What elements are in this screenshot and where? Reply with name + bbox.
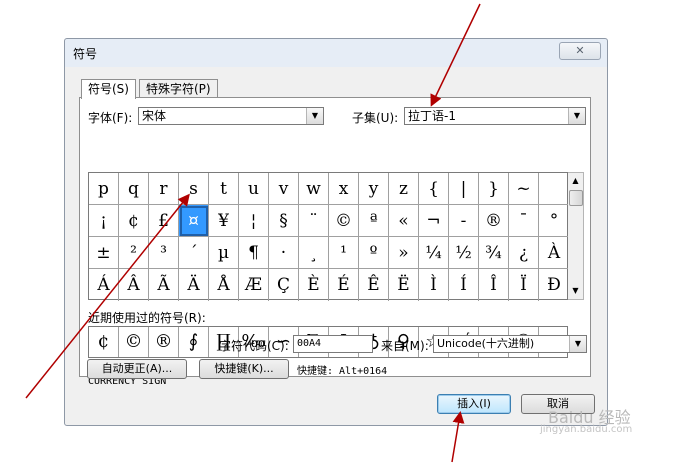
symbol-cell[interactable]: s <box>179 173 209 205</box>
symbol-cell[interactable]: ¶ <box>239 237 269 269</box>
symbol-cell[interactable]: Å <box>209 269 239 301</box>
symbol-cell[interactable]: ¸ <box>299 237 329 269</box>
symbol-cell[interactable]: ± <box>89 237 119 269</box>
symbol-cell[interactable]: ª <box>359 205 389 237</box>
symbol-cell[interactable] <box>539 173 569 205</box>
insert-button[interactable]: 插入(I) <box>437 394 511 414</box>
font-value: 宋体 <box>142 109 167 123</box>
symbol-cell[interactable]: v <box>269 173 299 205</box>
subset-value: 拉丁语-1 <box>408 109 456 123</box>
tab-special-characters[interactable]: 特殊字符(P) <box>139 79 218 98</box>
symbol-cell[interactable]: ¬ <box>419 205 449 237</box>
shortcut-key-button[interactable]: 快捷键(K)... <box>199 359 289 379</box>
shortcut-text: 快捷键: Alt+0164 <box>297 366 388 377</box>
symbol-cell[interactable]: · <box>269 237 299 269</box>
symbol-cell[interactable]: © <box>329 205 359 237</box>
scroll-thumb[interactable] <box>569 190 583 206</box>
symbol-cell[interactable]: q <box>119 173 149 205</box>
symbol-cell[interactable]: Í <box>449 269 479 301</box>
char-code-input[interactable]: 00A4 <box>293 335 373 353</box>
symbol-cell[interactable]: } <box>479 173 509 205</box>
symbol-cell[interactable]: É <box>329 269 359 301</box>
symbol-cell[interactable]: ° <box>539 205 569 237</box>
symbol-cell[interactable]: È <box>299 269 329 301</box>
symbol-cell[interactable]: r <box>149 173 179 205</box>
symbol-cell[interactable]: Ì <box>419 269 449 301</box>
symbol-cell[interactable]: Ê <box>359 269 389 301</box>
symbol-grid: p q r s t u v w x y z{|} ~ ¡ ¢ £ ¤ ¥ ¦ § ¨ © ª «¬ - ® ¯ ° ± ² ³ ´ µ ¶ · ¸ ¹… <box>88 172 569 301</box>
tab-symbols[interactable]: 符号(S) <box>81 79 136 99</box>
symbol-cell[interactable]: u <box>239 173 269 205</box>
symbol-cell[interactable]: y <box>359 173 389 205</box>
symbol-cell[interactable]: x <box>329 173 359 205</box>
symbol-cell[interactable]: ² <box>119 237 149 269</box>
symbol-cell[interactable]: - <box>449 205 479 237</box>
symbol-cell[interactable]: Ä <box>179 269 209 301</box>
symbol-cell[interactable]: ¹ <box>329 237 359 269</box>
symbol-cell[interactable]: Ï <box>509 269 539 301</box>
dialog-title: 符号 <box>73 47 98 61</box>
symbol-dialog: 符号 ✕ 符号(S) 特殊字符(P) 字体(F): 宋体 ▼ 子集(U): 拉丁… <box>64 38 608 426</box>
scroll-up-icon[interactable]: ▲ <box>568 173 583 189</box>
symbol-cell[interactable]: ¿ <box>509 237 539 269</box>
symbol-cell[interactable]: Â <box>119 269 149 301</box>
subset-label: 子集(U): <box>352 111 399 125</box>
symbol-cell[interactable]: « <box>389 205 419 237</box>
symbol-cell[interactable]: ³ <box>149 237 179 269</box>
from-value: Unicode(十六进制) <box>437 337 535 350</box>
symbol-cell[interactable]: µ <box>209 237 239 269</box>
symbol-cell[interactable]: § <box>269 205 299 237</box>
symbol-cell[interactable]: ¡ <box>89 205 119 237</box>
recent-symbol-cell[interactable]: ® <box>149 327 179 357</box>
symbol-cell[interactable]: ¨ <box>299 205 329 237</box>
symbol-cell[interactable]: Ð <box>539 269 569 301</box>
recent-symbol-cell[interactable]: ∮ <box>179 327 209 357</box>
symbol-cell[interactable]: ¾ <box>479 237 509 269</box>
symbol-cell[interactable]: ¯ <box>509 205 539 237</box>
from-select[interactable]: Unicode(十六进制) ▼ <box>433 335 587 353</box>
from-label: 来自(M): <box>381 339 429 353</box>
scroll-down-icon[interactable]: ▼ <box>568 283 583 299</box>
symbol-cell[interactable]: ´ <box>179 237 209 269</box>
symbol-cell[interactable]: À <box>539 237 569 269</box>
symbol-cell[interactable]: ¦ <box>239 205 269 237</box>
symbol-cell[interactable]: ¢ <box>119 205 149 237</box>
symbol-cell[interactable]: Ç <box>269 269 299 301</box>
recent-symbol-cell[interactable]: ¢ <box>89 327 119 357</box>
symbol-cell[interactable]: ¤ <box>179 205 209 237</box>
font-select[interactable]: 宋体 ▼ <box>138 107 324 125</box>
symbol-cell[interactable]: ® <box>479 205 509 237</box>
font-label: 字体(F): <box>88 111 133 125</box>
symbol-cell[interactable]: ½ <box>449 237 479 269</box>
subset-select[interactable]: 拉丁语-1 ▼ <box>404 107 586 125</box>
symbol-cell[interactable]: Î <box>479 269 509 301</box>
symbol-cell[interactable]: ¼ <box>419 237 449 269</box>
symbol-cell[interactable]: ¥ <box>209 205 239 237</box>
symbol-cell[interactable]: z <box>389 173 419 205</box>
symbol-cell[interactable]: p <box>89 173 119 205</box>
chevron-down-icon[interactable]: ▼ <box>568 108 585 124</box>
symbol-cell[interactable]: t <box>209 173 239 205</box>
chevron-down-icon[interactable]: ▼ <box>569 336 586 352</box>
symbol-grid-scrollbar[interactable]: ▲ ▼ <box>568 172 584 300</box>
symbol-cell[interactable]: w <box>299 173 329 205</box>
recent-symbol-cell[interactable]: © <box>119 327 149 357</box>
symbol-cell[interactable]: » <box>389 237 419 269</box>
autocorrect-button[interactable]: 自动更正(A)... <box>87 359 187 379</box>
symbol-cell[interactable]: Á <box>89 269 119 301</box>
char-code-label: 字符代码(C): <box>219 339 289 353</box>
symbol-cell[interactable]: | <box>449 173 479 205</box>
symbol-cell[interactable]: ~ <box>509 173 539 205</box>
watermark-url: jingyan.baidu.com <box>540 424 633 435</box>
symbol-cell[interactable]: £ <box>149 205 179 237</box>
chevron-down-icon[interactable]: ▼ <box>306 108 323 124</box>
close-button[interactable]: ✕ <box>559 42 601 60</box>
symbol-cell[interactable]: º <box>359 237 389 269</box>
symbol-cell[interactable]: Ã <box>149 269 179 301</box>
recent-symbols-label: 近期使用过的符号(R): <box>88 311 206 325</box>
symbol-cell[interactable]: Ë <box>389 269 419 301</box>
symbol-cell[interactable]: { <box>419 173 449 205</box>
symbol-cell[interactable]: Æ <box>239 269 269 301</box>
